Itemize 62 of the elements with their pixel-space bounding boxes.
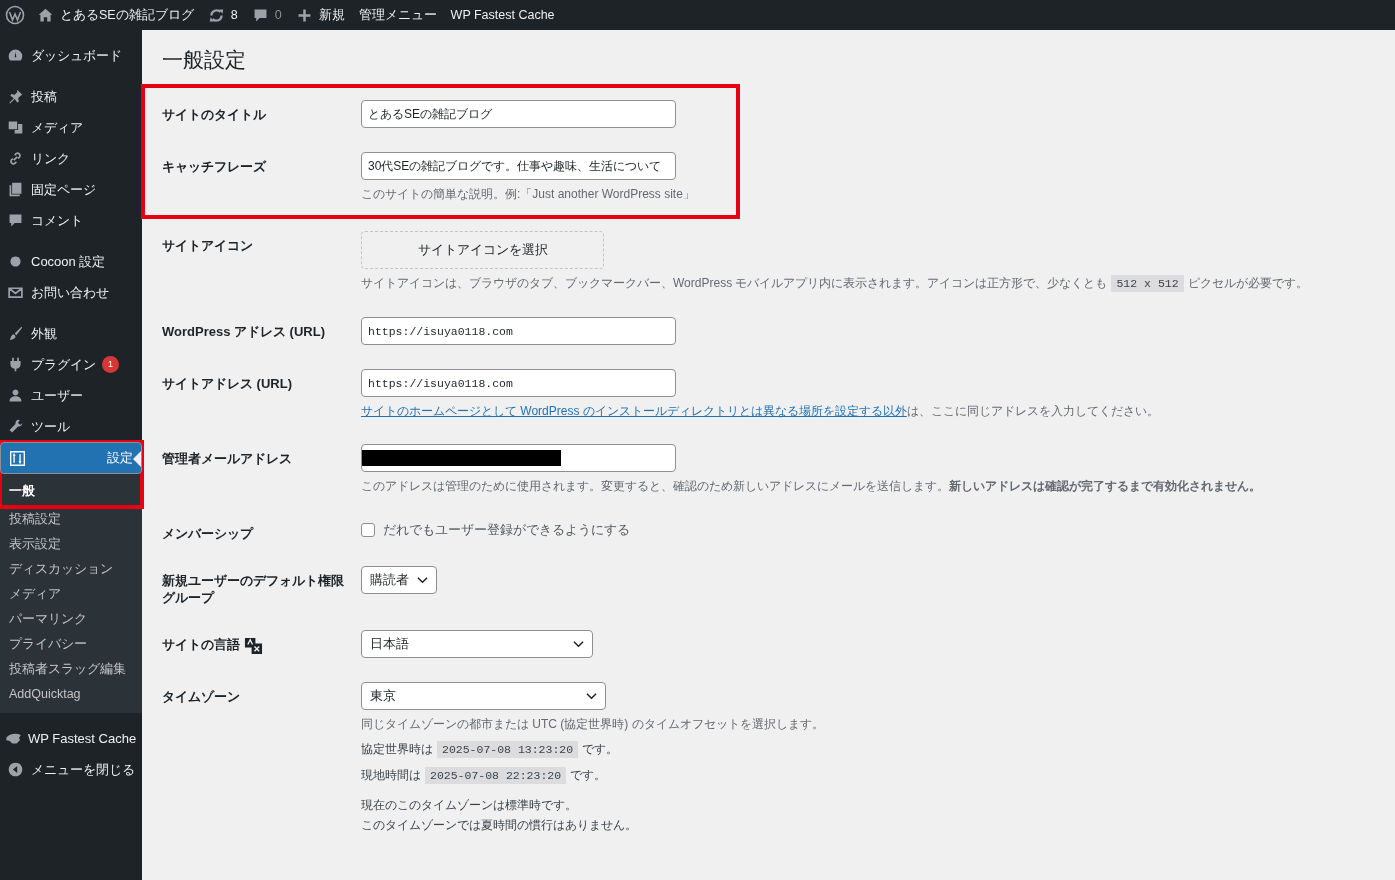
comments-link[interactable]: 0	[251, 6, 282, 24]
text-field[interactable]: とあるSEの雑記ブログ	[361, 100, 676, 128]
field-description: 同じタイムゾーンの都市または UTC (協定世界時) のタイムオフセットを選択します。	[361, 716, 825, 733]
field-label: サイトアドレス (URL)	[162, 375, 292, 392]
submenu-item[interactable]: メディア	[0, 582, 142, 607]
text-field[interactable]: 30代SEの雑記ブログです。仕事や趣味、生活について	[361, 152, 676, 180]
sidebar-item[interactable]: メディア	[0, 112, 142, 143]
submenu-item[interactable]: 表示設定	[0, 532, 142, 557]
sidebar-item[interactable]: メニューを閉じる	[0, 754, 142, 785]
sidebar-item[interactable]: ユーザー	[0, 380, 142, 411]
submenu-item[interactable]: パーマリンク	[0, 607, 142, 632]
timezone-note: 現在のこのタイムゾーンは標準時です。	[361, 797, 578, 814]
field-label: メンバーシップ	[162, 525, 253, 542]
sidebar-item[interactable]: コメント	[0, 205, 142, 236]
new-link[interactable]: 新規	[295, 6, 345, 24]
select-icon-button[interactable]: サイトアイコンを選択	[361, 231, 604, 269]
field-description: サイトアイコンは、ブラウザのタブ、ブックマークバー、WordPress モバイルアプリ内に表示されます。アイコンは正方形で、少なくとも 512 x 512 ピクセルが必要です。	[361, 274, 1309, 293]
description-link[interactable]: サイトのホームページとして WordPress のインストールディレクトリとは異なる場所を設定する以外	[361, 404, 907, 418]
admin-bar-link[interactable]: 管理メニュー	[358, 6, 437, 24]
select-dropdown[interactable]: 東京	[361, 682, 606, 710]
updates-link[interactable]: 8	[207, 6, 238, 24]
sidebar-item[interactable]: Cocoon 設定	[0, 246, 142, 277]
sidebar-item[interactable]: 外観	[0, 318, 142, 349]
new-label: 新規	[318, 6, 345, 24]
sidebar-item[interactable]: 固定ページ	[0, 174, 142, 205]
count-badge: 1	[102, 356, 119, 373]
sidebar-item[interactable]: WP Fastest Cache	[0, 723, 142, 754]
field-description: このサイトの簡単な説明。例:「Just another WordPress site」	[361, 186, 696, 203]
field-label: WordPress アドレス (URL)	[162, 323, 325, 340]
sidebar-item[interactable]: 投稿	[0, 81, 142, 112]
time-line: 協定世界時は 2025-07-08 13:23:20 です。	[361, 740, 620, 759]
field-label: キャッチフレーズ	[162, 158, 266, 175]
admin-bar-link[interactable]: WP Fastest Cache	[450, 8, 555, 22]
field-description: サイトのホームページとして WordPress のインストールディレクトリとは異なる場所を設定する以外は、ここに同じアドレスを入力してください。	[361, 403, 1160, 420]
field-label: サイトの言語	[162, 636, 240, 653]
submenu-item[interactable]: AddQuicktag	[0, 682, 142, 707]
sidebar-item[interactable]: 設定	[0, 442, 142, 474]
timezone-note: このタイムゾーンでは夏時間の慣行はありません。	[361, 817, 638, 834]
submenu-item[interactable]: 投稿者スラッグ編集	[0, 657, 142, 682]
submenu-item[interactable]: プライバシー	[0, 632, 142, 657]
submenu-item[interactable]: ディスカッション	[0, 557, 142, 582]
checkbox-label: だれでもユーザー登録ができるようにする	[383, 521, 630, 539]
page-title: 一般設定	[162, 47, 247, 73]
text-field[interactable]: https://isuya0118.com	[361, 369, 676, 397]
field-description: このアドレスは管理のために使用されます。変更すると、確認のため新しいアドレスにメールを送信します。新しいアドレスは確認が完了するまで有効化されません。	[361, 478, 1262, 495]
update-count: 8	[230, 8, 238, 22]
field-label: タイムゾーン	[162, 688, 240, 705]
select-dropdown[interactable]: 日本語	[361, 630, 593, 658]
field-label: 管理者メールアドレス	[162, 450, 292, 467]
sidebar-item[interactable]: ダッシュボード	[0, 40, 142, 71]
sidebar-item[interactable]: リンク	[0, 143, 142, 174]
sidebar-item[interactable]: お問い合わせ	[0, 277, 142, 308]
text-field[interactable]: https://isuya0118.com	[361, 317, 676, 345]
sidebar-item[interactable]: プラグイン 1	[0, 349, 142, 380]
submenu-item[interactable]: 一般	[0, 474, 142, 507]
field-label: 新規ユーザーのデフォルト権限グループ	[162, 572, 345, 606]
field-label: サイトアイコン	[162, 237, 253, 254]
sidebar-item[interactable]: ツール	[0, 411, 142, 442]
submenu-item[interactable]: 投稿設定	[0, 507, 142, 532]
select-dropdown[interactable]: 購読者	[361, 566, 437, 594]
field-label: サイトのタイトル	[162, 106, 266, 123]
comment-count: 0	[274, 8, 282, 22]
